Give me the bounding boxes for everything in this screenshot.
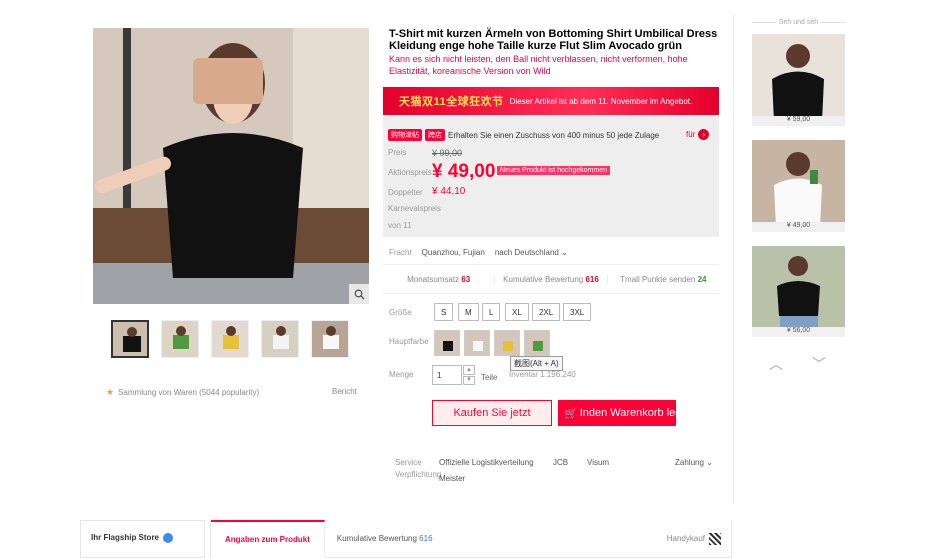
decrement-icon[interactable]: ▼ <box>463 375 475 385</box>
size-option-3xl[interactable]: 3XL <box>563 303 592 321</box>
service-logistics[interactable]: Offizielle Logistikverteilung <box>439 458 534 467</box>
product-title: T-Shirt mit kurzen Ärmeln von Bottoming … <box>389 28 718 52</box>
shipping-row: Fracht Quanzhou, Fujian nach Deutschland… <box>389 248 568 257</box>
recommend-item-2-price: ¥ 49,00 <box>752 222 845 232</box>
chevron-down-icon[interactable]: ﹀ <box>812 354 826 374</box>
thumbnail-1[interactable] <box>111 320 149 358</box>
original-price: ¥ 99,00 <box>432 148 463 158</box>
size-option-s[interactable]: S <box>434 303 454 321</box>
buy-now-button[interactable]: Kaufen Sie jetzt <box>432 400 552 426</box>
color-option-white[interactable] <box>464 330 490 356</box>
service-visa[interactable]: Visum <box>587 458 609 467</box>
tab-bar: Angaben zum Produkt Kumulative Bewertung… <box>210 519 732 558</box>
double-price: ¥ 44,10 <box>432 186 466 197</box>
screenshot-tooltip: 截图(Alt + A) <box>510 356 563 371</box>
mobile-purchase[interactable]: Handykauf <box>666 532 731 545</box>
shipping-from: Quanzhou, Fujian <box>421 248 485 257</box>
payment-label: Zahlung <box>675 458 704 467</box>
column-divider <box>733 14 734 504</box>
add-to-cart-label: Inden Warenkorb leg <box>579 407 676 419</box>
new-product-badge: Neues Produkt ist hochgekommen <box>497 166 610 175</box>
stat-monthly-sales: Monatsumsatz 63 <box>383 274 496 284</box>
service-meister[interactable]: Meister <box>439 474 465 483</box>
coupon-row[interactable]: 购物津贴 跨店 Erhalten Sie einen Zuschuss von … <box>388 129 659 141</box>
favorites-label: Sammlung von Waren (5044 popularity) <box>118 388 260 397</box>
quantity-input[interactable]: 1 <box>432 365 462 385</box>
flagship-store[interactable]: Ihr Flagship Store <box>80 520 205 558</box>
recommend-title: Seh und seh <box>752 19 845 26</box>
store-label: Ihr Flagship Store <box>91 533 160 542</box>
quantity-stepper[interactable]: ▲ ▼ <box>463 365 475 385</box>
stat-points: Tmall Punkte senden 24 <box>620 274 707 284</box>
quantity-label: Menge <box>389 370 414 379</box>
chevron-down-icon: ⌄ <box>561 248 568 257</box>
coupon-for-label: für <box>686 130 696 139</box>
double-label: Doppelter <box>388 188 423 197</box>
quantity-unit: Teile <box>481 373 498 382</box>
coupon-tag-2: 跨店 <box>425 129 445 141</box>
promo-label: Aktionspreis <box>388 168 432 177</box>
add-to-cart-button[interactable]: 🛒 Inden Warenkorb leg <box>558 400 676 426</box>
payment-dropdown[interactable]: Zahlung ⌄ <box>675 458 713 467</box>
increment-icon[interactable]: ▲ <box>463 365 475 375</box>
service-label-2: Verpflichtung <box>395 470 442 479</box>
report-link[interactable]: Bericht <box>332 387 357 396</box>
color-label: Hauptfarbe <box>389 337 429 346</box>
size-option-m[interactable]: M <box>458 303 479 321</box>
color-option-green[interactable] <box>524 330 550 356</box>
promo-price: ¥ 49,00 <box>432 161 496 182</box>
recommend-item-3-price: ¥ 56,00 <box>752 327 845 337</box>
mobile-label: Handykauf <box>666 534 705 543</box>
shipping-to[interactable]: nach Deutschland ⌄ <box>495 248 568 257</box>
thumbnail-4[interactable] <box>261 320 299 358</box>
zoom-button[interactable] <box>349 284 369 304</box>
shipping-label: Fracht <box>389 248 412 257</box>
color-option-black[interactable] <box>434 330 460 356</box>
color-option-yellow[interactable] <box>494 330 520 356</box>
price-label: Preis <box>388 148 407 157</box>
banner-sub-text: Dieser Artikel ist ab dem 11. November i… <box>509 96 693 106</box>
recommend-item-3-image[interactable] <box>752 246 845 334</box>
thumbnail-3[interactable] <box>211 320 249 358</box>
chevron-down-icon: ⌄ <box>706 458 713 467</box>
product-subtitle: Kann es sich nicht leisten, den Ball nic… <box>389 54 688 76</box>
qr-code-icon <box>709 532 721 545</box>
stats-row: Monatsumsatz 63 Kumulative Bewertung 616… <box>383 264 719 294</box>
tab-product-details[interactable]: Angaben zum Produkt <box>211 519 325 558</box>
tab-reviews[interactable]: Kumulative Bewertung 616 <box>325 534 445 543</box>
size-label: Größe <box>389 308 412 317</box>
size-option-2xl[interactable]: 2XL <box>532 303 561 321</box>
recommend-item-1-price: ¥ 59,00 <box>752 116 845 126</box>
store-badge-icon <box>163 533 174 543</box>
product-photo <box>93 28 369 304</box>
cart-icon: 🛒 <box>564 407 578 420</box>
shipping-to-label: nach Deutschland <box>494 248 559 257</box>
service-label: Service <box>395 458 422 467</box>
from-label: von 11 <box>388 221 412 230</box>
star-icon: ★ <box>106 387 115 397</box>
recommend-item-1-image[interactable] <box>752 34 845 122</box>
promo-banner[interactable]: 天猫双11全球狂欢节 Dieser Artikel ist ab dem 11.… <box>383 87 719 115</box>
favorites-link[interactable]: ★ Sammlung von Waren (5044 popularity) <box>106 387 259 398</box>
coupon-tag: 购物津贴 <box>388 129 422 141</box>
stock-count: Inventar 1.196.240 <box>509 370 576 379</box>
chevron-up-icon[interactable]: ︿ <box>769 354 783 374</box>
service-jcb[interactable]: JCB <box>553 458 568 467</box>
carnival-label: Karnevalspreis <box>388 204 441 213</box>
thumbnail-5[interactable] <box>311 320 349 358</box>
coupon-for-link[interactable]: für › <box>686 129 710 140</box>
stat-reviews[interactable]: Kumulative Bewertung 616 <box>495 274 608 284</box>
size-option-l[interactable]: L <box>482 303 501 321</box>
search-icon <box>354 289 364 299</box>
coupon-text: Erhalten Sie einen Zuschuss von 400 minu… <box>448 130 660 140</box>
chevron-right-icon: › <box>698 129 710 140</box>
main-product-image[interactable] <box>93 28 369 304</box>
size-option-xl[interactable]: XL <box>505 303 529 321</box>
recommend-item-2-image[interactable] <box>752 140 845 228</box>
banner-main-text: 天猫双11全球狂欢节 <box>399 96 504 108</box>
thumbnail-2[interactable] <box>161 320 199 358</box>
